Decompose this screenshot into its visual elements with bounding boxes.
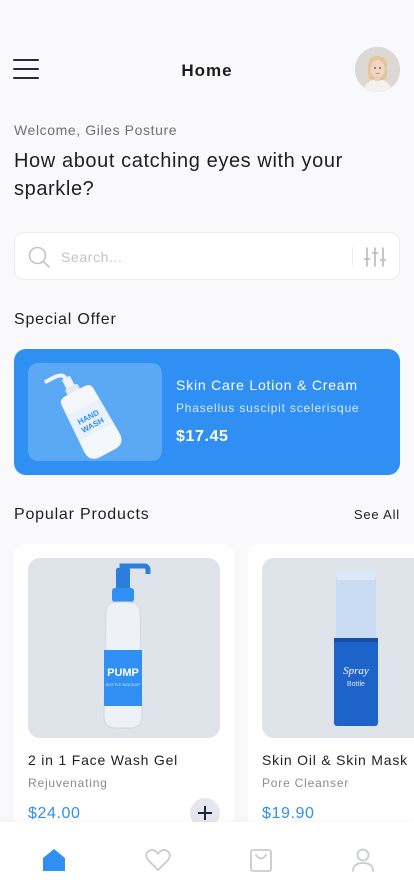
search-divider [352, 247, 353, 267]
special-offer-title: Special Offer [14, 311, 117, 328]
offer-product-image: HAND WASH [28, 363, 162, 461]
product-name: 2 in 1 Face Wash Gel [28, 752, 179, 768]
app-header: Home [0, 40, 414, 100]
offer-product-name: Skin Care Lotion & Cream [176, 377, 358, 393]
home-icon[interactable] [40, 846, 68, 874]
offer-price: $17.45 [176, 428, 229, 445]
product-image: PUMP BOTTLE MOCKUP [28, 558, 220, 738]
profile-icon[interactable] [349, 846, 377, 874]
special-offer-card[interactable]: HAND WASH Skin Care Lotion & Cream Phase… [14, 349, 400, 475]
heart-icon[interactable] [144, 846, 172, 874]
avatar[interactable] [355, 47, 400, 92]
filter-sliders-icon[interactable] [363, 245, 387, 269]
bottom-navigation [0, 822, 414, 896]
see-all-link[interactable]: See All [354, 507, 400, 522]
product-card[interactable]: PUMP BOTTLE MOCKUP 2 in 1 Face Wash Gel … [14, 544, 234, 844]
offer-description: Phasellus suscipit scelerisque [176, 401, 360, 415]
page-title: Home [181, 61, 233, 80]
product-subtitle: Pore Cleanser [262, 776, 350, 790]
product-image-sublabel: Bottle [347, 681, 365, 688]
welcome-text: Welcome, Giles Posture [14, 122, 178, 138]
product-image: Spray Bottle [262, 558, 414, 738]
bag-icon[interactable] [247, 846, 275, 874]
product-name: Skin Oil & Skin Mask [262, 752, 408, 768]
product-subtitle: Rejuvenating [28, 776, 108, 790]
search-icon [28, 246, 50, 268]
popular-products-title: Popular Products [14, 506, 150, 523]
product-image-sublabel: BOTTLE MOCKUP [106, 682, 141, 687]
product-card[interactable]: Spray Bottle Skin Oil & Skin Mask Pore C… [248, 544, 414, 844]
product-price: $19.90 [262, 805, 315, 822]
search-input[interactable] [61, 244, 341, 270]
product-image-label: Spray [343, 665, 369, 677]
headline: How about catching eyes with your sparkl… [14, 150, 343, 200]
product-image-label: PUMP [107, 667, 139, 679]
product-price: $24.00 [28, 805, 81, 822]
search-bar [14, 232, 400, 280]
